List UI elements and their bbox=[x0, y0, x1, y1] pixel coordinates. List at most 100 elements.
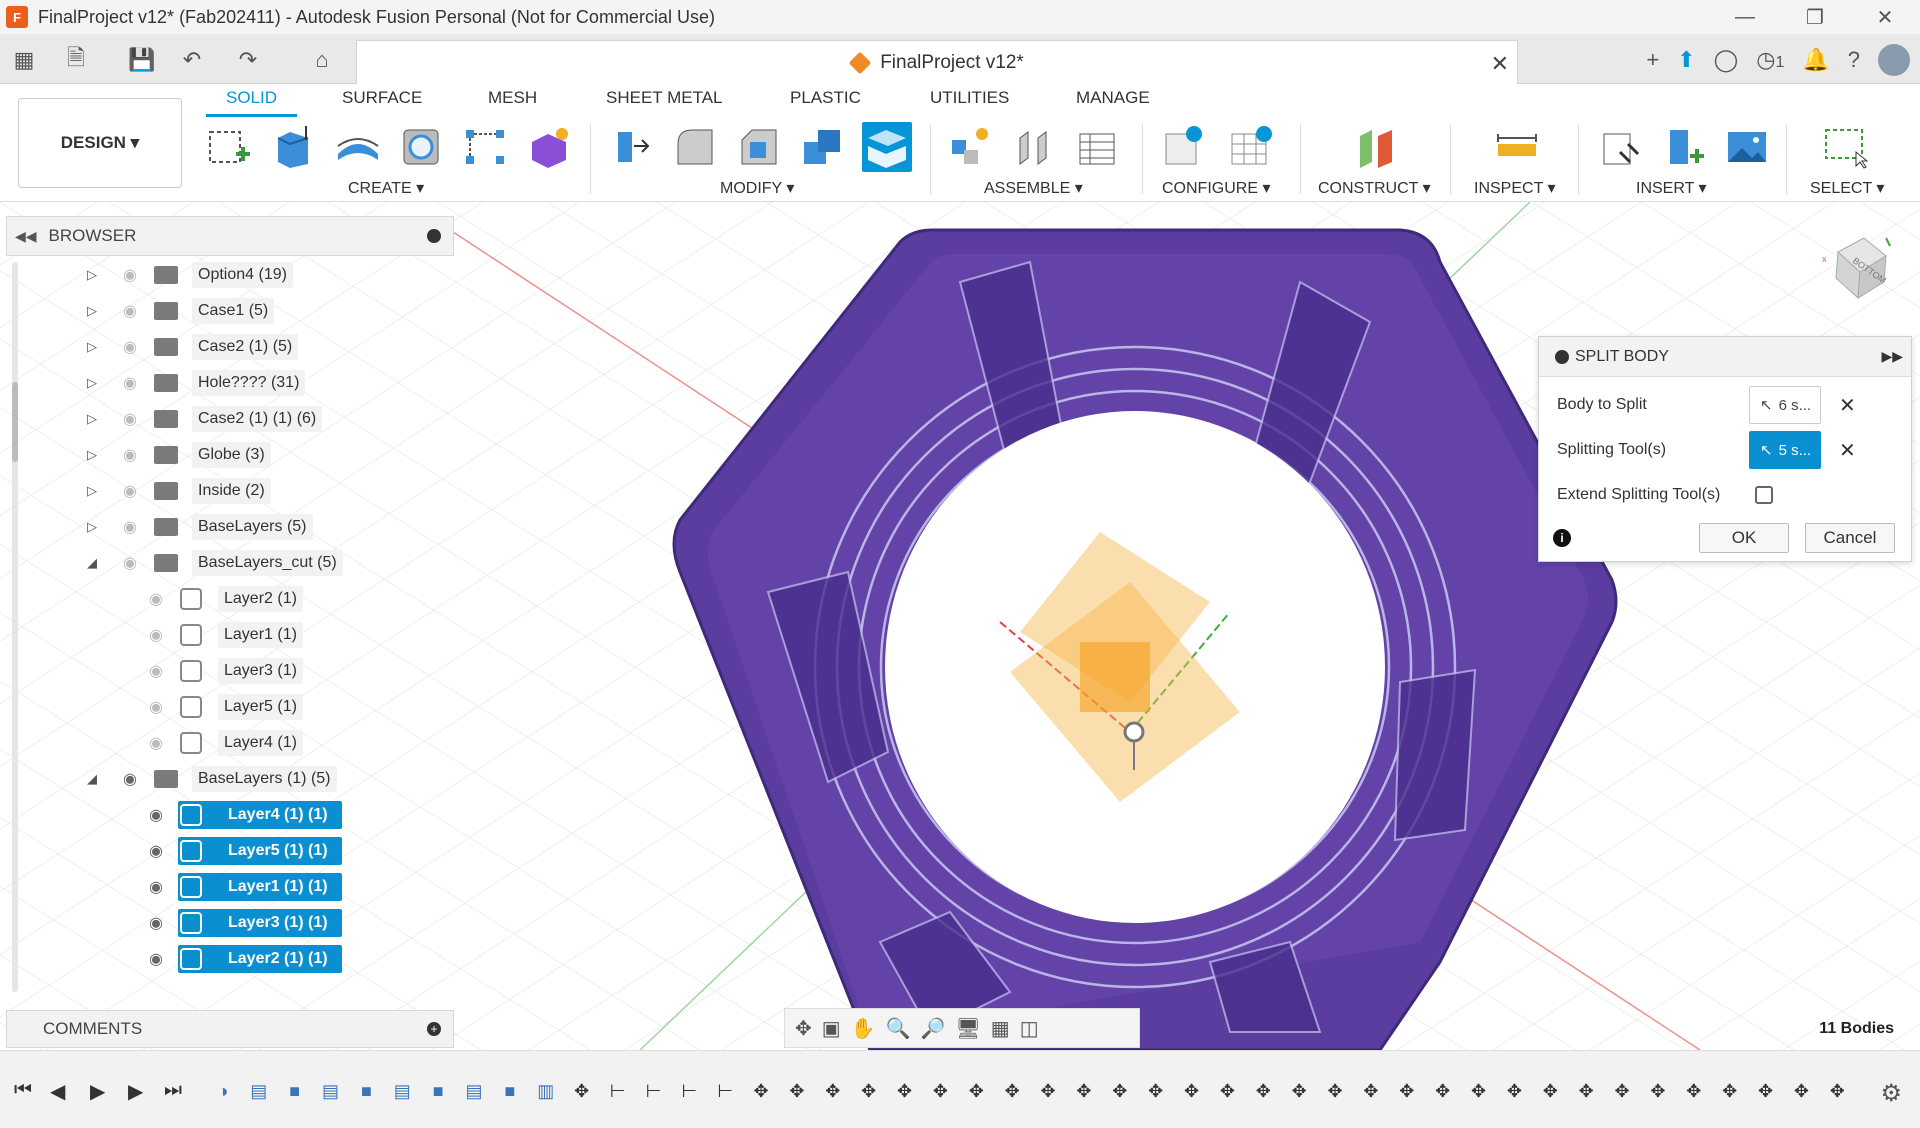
browser-body-row[interactable]: ◉ Layer4 (1) bbox=[0, 728, 460, 758]
visibility-off-icon[interactable]: ◉ bbox=[116, 552, 144, 574]
browser-folder-row[interactable]: ◢ ◉ BaseLayers (1) (5) bbox=[0, 764, 460, 794]
expand-arrow-icon[interactable]: ▷ bbox=[82, 519, 102, 535]
timeline-feature-icon[interactable]: ✥ bbox=[569, 1078, 595, 1104]
timeline-feature-icon[interactable]: ✥ bbox=[1537, 1078, 1563, 1104]
timeline-feature-icon[interactable]: ⊢ bbox=[605, 1078, 631, 1104]
tab-mesh[interactable]: MESH bbox=[488, 88, 537, 108]
expand-arrow-icon[interactable]: ▷ bbox=[82, 483, 102, 499]
timeline-feature-icon[interactable]: ✥ bbox=[1573, 1078, 1599, 1104]
split-body-icon[interactable] bbox=[862, 122, 912, 172]
tab-manage[interactable]: MANAGE bbox=[1076, 88, 1150, 108]
browser-body-row[interactable]: ◉ Layer2 (1) bbox=[0, 584, 460, 614]
expand-arrow-icon[interactable]: ▷ bbox=[82, 303, 102, 319]
job-status-icon[interactable]: ◷1 bbox=[1756, 47, 1784, 73]
group-select[interactable]: SELECT ▾ bbox=[1810, 178, 1884, 198]
collapse-browser-icon[interactable]: ◀◀ bbox=[15, 228, 37, 245]
chamfer-icon[interactable] bbox=[734, 122, 784, 172]
timeline-feature-icon[interactable]: ✥ bbox=[820, 1078, 846, 1104]
timeline-feature-icon[interactable]: ⊢ bbox=[641, 1078, 667, 1104]
ok-button[interactable]: OK bbox=[1699, 523, 1789, 553]
workspace-dropdown[interactable]: DESIGN ▾ bbox=[18, 98, 182, 188]
dialog-expand-icon[interactable]: ▶▶ bbox=[1881, 348, 1903, 365]
browser-body-row[interactable]: ◉ Layer2 (1) (1) bbox=[0, 944, 460, 974]
visibility-off-icon[interactable]: ◉ bbox=[116, 300, 144, 322]
orbit-icon[interactable]: ✥ bbox=[795, 1016, 812, 1041]
browser-folder-row[interactable]: ▷ ◉ BaseLayers (5) bbox=[0, 512, 460, 542]
new-component-icon[interactable] bbox=[944, 122, 994, 172]
visibility-off-icon[interactable]: ◉ bbox=[142, 588, 170, 610]
joint-icon[interactable] bbox=[1008, 122, 1058, 172]
revolve-icon[interactable] bbox=[332, 122, 382, 172]
look-at-icon[interactable]: ▣ bbox=[822, 1016, 841, 1041]
origin-point[interactable] bbox=[1123, 721, 1145, 743]
timeline-feature-icon[interactable]: ▤ bbox=[246, 1078, 272, 1104]
timeline-feature-icon[interactable]: ✥ bbox=[1430, 1078, 1456, 1104]
browser-folder-row[interactable]: ▷ ◉ Globe (3) bbox=[0, 440, 460, 470]
timeline-feature-icon[interactable]: ✥ bbox=[999, 1078, 1025, 1104]
timeline-feature-icon[interactable]: ✥ bbox=[1681, 1078, 1707, 1104]
timeline-feature-icon[interactable]: ✥ bbox=[892, 1078, 918, 1104]
timeline-track[interactable]: ◑ ▤ ■ ▤ ■ ▤ ■ ▤ ■ ▥ ✥ ⊢ ⊢ ⊢ ⊢ ✥ ✥ ✥ ✥ ✥ ✥ ✥ ✥ ✥ ✥ ✥ ✥ ✥ ✥ ✥ ✥ ✥ ✥ ✥ ✥ ✥ ✥ ✥ ✥ ✥… bbox=[210, 1071, 1850, 1111]
timeline-feature-icon[interactable]: ✥ bbox=[1466, 1078, 1492, 1104]
first-step-icon[interactable]: ⏮ bbox=[14, 1079, 32, 1102]
group-insert[interactable]: INSERT ▾ bbox=[1636, 178, 1707, 198]
group-construct[interactable]: CONSTRUCT ▾ bbox=[1318, 178, 1431, 198]
visibility-on-icon[interactable]: ◉ bbox=[116, 768, 144, 790]
split-body-header[interactable]: SPLIT BODY ▶▶ bbox=[1539, 337, 1911, 377]
browser-body-row[interactable]: ◉ Layer3 (1) bbox=[0, 656, 460, 686]
fillet-icon[interactable] bbox=[670, 122, 720, 172]
browser-folder-row[interactable]: ▷ ◉ Case2 (1) (5) bbox=[0, 332, 460, 362]
visibility-off-icon[interactable]: ◉ bbox=[142, 732, 170, 754]
browser-folder-row[interactable]: ▷ ◉ Inside (2) bbox=[0, 476, 460, 506]
viewport-canvas[interactable]: BOTTOM x ◀◀ BROWSER ▷ ◉ Option4 (19) ▷ ◉ Case… bbox=[0, 202, 1920, 1050]
visibility-off-icon[interactable]: ◉ bbox=[116, 444, 144, 466]
tab-solid[interactable]: SOLID bbox=[206, 88, 298, 117]
timeline-feature-icon[interactable]: ✥ bbox=[1035, 1078, 1061, 1104]
timeline-feature-icon[interactable]: ✥ bbox=[1645, 1078, 1671, 1104]
timeline-feature-icon[interactable]: ✥ bbox=[748, 1078, 774, 1104]
viewports-icon[interactable]: ◫ bbox=[1020, 1016, 1039, 1041]
body-to-split-selector[interactable]: ↖ 6 s... bbox=[1749, 386, 1821, 424]
expand-arrow-icon[interactable]: ▷ bbox=[82, 339, 102, 355]
restore-icon[interactable]: ❐ bbox=[1780, 0, 1850, 34]
browser-body-row[interactable]: ◉ Layer1 (1) (1) bbox=[0, 872, 460, 902]
browser-header[interactable]: ◀◀ BROWSER bbox=[6, 216, 454, 256]
timeline-feature-icon[interactable]: ✥ bbox=[1322, 1078, 1348, 1104]
timeline-feature-icon[interactable]: ✥ bbox=[1107, 1078, 1133, 1104]
browser-body-row[interactable]: ◉ Layer4 (1) (1) bbox=[0, 800, 460, 830]
visibility-off-icon[interactable]: ◉ bbox=[116, 480, 144, 502]
close-window-icon[interactable]: ✕ bbox=[1850, 0, 1920, 34]
browser-body-row[interactable]: ◉ Layer1 (1) bbox=[0, 620, 460, 650]
zoom-icon[interactable]: 🔍 bbox=[886, 1016, 911, 1041]
close-tab-icon[interactable]: ✕ bbox=[1491, 51, 1509, 77]
expand-arrow-icon[interactable]: ▷ bbox=[82, 411, 102, 427]
timeline-feature-icon[interactable]: ■ bbox=[425, 1078, 451, 1104]
select-icon[interactable] bbox=[1820, 122, 1870, 172]
visibility-on-icon[interactable]: ◉ bbox=[142, 948, 170, 970]
visibility-on-icon[interactable]: ◉ bbox=[142, 912, 170, 934]
visibility-off-icon[interactable]: ◉ bbox=[116, 336, 144, 358]
extensions-icon[interactable]: ⬆ bbox=[1677, 47, 1695, 73]
timeline-feature-icon[interactable]: ✥ bbox=[1609, 1078, 1635, 1104]
browser-folder-row[interactable]: ▷ ◉ Hole???? (31) bbox=[0, 368, 460, 398]
browser-folder-row[interactable]: ◢ ◉ BaseLayers_cut (5) bbox=[0, 548, 460, 578]
extrude-icon[interactable] bbox=[268, 122, 318, 172]
browser-folder-row[interactable]: ▷ ◉ Case1 (5) bbox=[0, 296, 460, 326]
timeline-feature-icon[interactable]: ✥ bbox=[1071, 1078, 1097, 1104]
browser-folder-row[interactable]: ▷ ◉ Option4 (19) bbox=[0, 260, 460, 290]
insert-canvas-icon[interactable] bbox=[1722, 122, 1772, 172]
timeline-feature-icon[interactable]: ✥ bbox=[928, 1078, 954, 1104]
timeline-feature-icon[interactable]: ▤ bbox=[461, 1078, 487, 1104]
visibility-off-icon[interactable]: ◉ bbox=[116, 408, 144, 430]
insert-derive-icon[interactable] bbox=[1596, 122, 1646, 172]
splitting-tools-selector[interactable]: ↖ 5 s... bbox=[1749, 431, 1821, 469]
configuration-table-icon[interactable] bbox=[1226, 122, 1276, 172]
dialog-collapse-icon[interactable] bbox=[1555, 349, 1569, 364]
help-icon[interactable]: ? bbox=[1848, 47, 1860, 73]
visibility-off-icon[interactable]: ◉ bbox=[116, 372, 144, 394]
timeline-feature-icon[interactable]: ⊢ bbox=[676, 1078, 702, 1104]
expand-arrow-icon[interactable]: ▷ bbox=[82, 447, 102, 463]
app-grid-icon[interactable]: ▦ bbox=[8, 44, 40, 76]
group-modify[interactable]: MODIFY ▾ bbox=[720, 178, 794, 198]
timeline-feature-icon[interactable]: ✥ bbox=[1717, 1078, 1743, 1104]
